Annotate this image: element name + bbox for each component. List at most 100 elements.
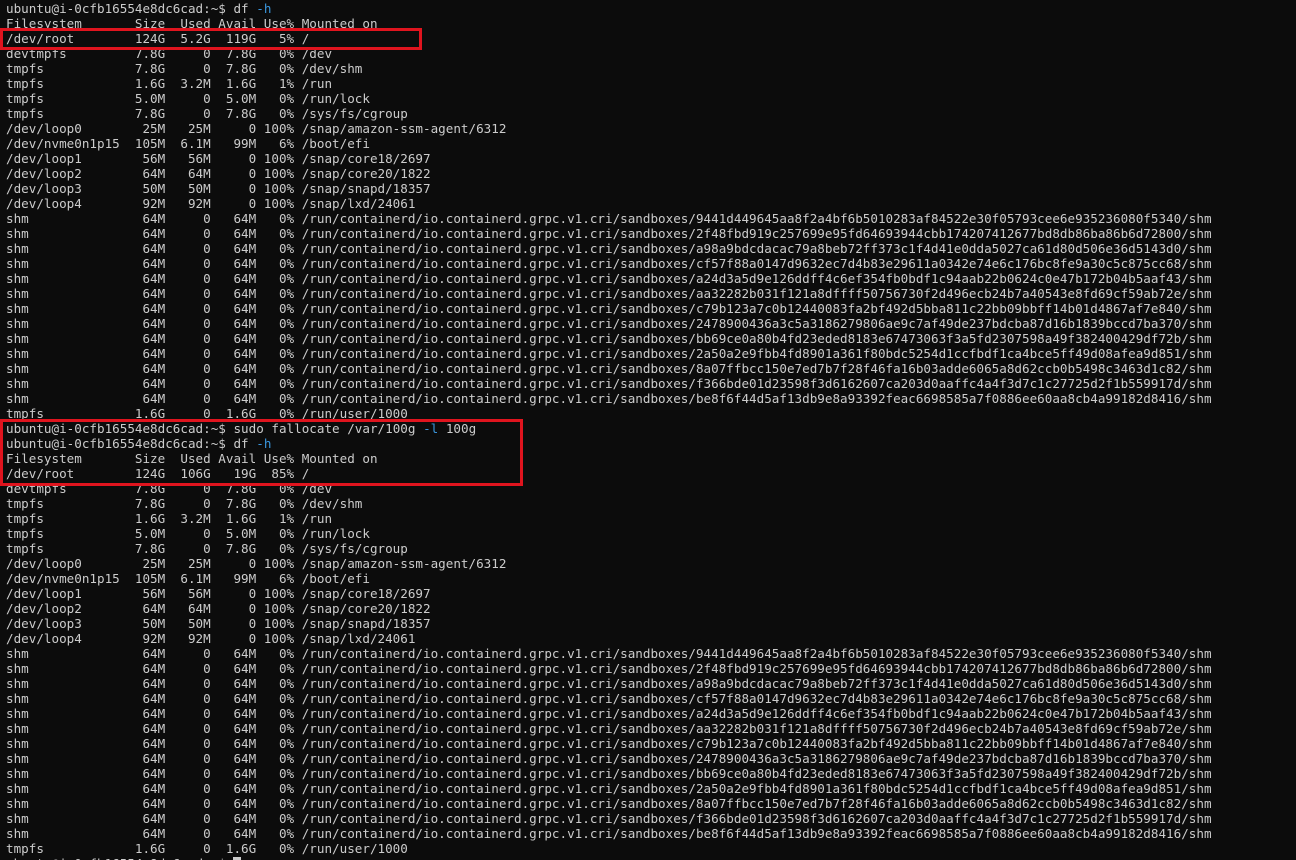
output-row: shm 64M 0 64M 0% /run/containerd/io.cont… [6,361,1212,376]
output-row: shm 64M 0 64M 0% /run/containerd/io.cont… [6,706,1212,721]
output-row: tmpfs 5.0M 0 5.0M 0% /run/lock [6,526,1212,541]
row-text: shm 64M 0 64M 0% /run/containerd/io.cont… [6,346,1212,361]
row-text: tmpfs 1.6G 0 1.6G 0% /run/user/1000 [6,841,408,856]
terminal-output: ubuntu@i-0cfb16554e8dc6cad:~$ df -h Files… [6,1,1212,860]
prompt: ubuntu@i-0cfb16554e8dc6cad:~$ [6,436,234,451]
row-text: devtmpfs 7.8G 0 7.8G 0% /dev [6,46,333,61]
output-row: shm 64M 0 64M 0% /run/containerd/io.cont… [6,346,1212,361]
output-row: /dev/loop3 50M 50M 0 100% /snap/snapd/18… [6,181,1212,196]
row-text: shm 64M 0 64M 0% /run/containerd/io.cont… [6,811,1212,826]
row-text: /dev/root 124G 106G 19G 85% / [6,466,310,481]
output-row: shm 64M 0 64M 0% /run/containerd/io.cont… [6,766,1212,781]
command-line: ubuntu@i-0cfb16554e8dc6cad:~$ df -h [6,1,1212,16]
row-text: shm 64M 0 64M 0% /run/containerd/io.cont… [6,391,1212,406]
row-text: /dev/root 124G 5.2G 119G 5% / [6,31,310,46]
output-row: shm 64M 0 64M 0% /run/containerd/io.cont… [6,781,1212,796]
command-flag: -l [423,421,439,436]
output-row: shm 64M 0 64M 0% /run/containerd/io.cont… [6,256,1212,271]
row-text: /dev/loop2 64M 64M 0 100% /snap/core20/1… [6,601,431,616]
row-text: shm 64M 0 64M 0% /run/containerd/io.cont… [6,661,1212,676]
command-args: /var/100g [347,421,416,436]
prompt: ubuntu@i-0cfb16554e8dc6cad:~$ [6,856,233,860]
output-row: shm 64M 0 64M 0% /run/containerd/io.cont… [6,376,1212,391]
command-name: sudo fallocate [233,421,340,436]
output-row: shm 64M 0 64M 0% /run/containerd/io.cont… [6,736,1212,751]
output-row: shm 64M 0 64M 0% /run/containerd/io.cont… [6,661,1212,676]
output-row: /dev/loop2 64M 64M 0 100% /snap/core20/1… [6,166,1212,181]
row-text: tmpfs 7.8G 0 7.8G 0% /dev/shm [6,496,363,511]
output-row: /dev/loop3 50M 50M 0 100% /snap/snapd/18… [6,616,1212,631]
prompt: ubuntu@i-0cfb16554e8dc6cad:~$ [6,1,234,16]
row-text: tmpfs 5.0M 0 5.0M 0% /run/lock [6,526,370,541]
output-row: devtmpfs 7.8G 0 7.8G 0% /dev [6,481,1212,496]
row-text: shm 64M 0 64M 0% /run/containerd/io.cont… [6,256,1212,271]
row-text: /dev/loop1 56M 56M 0 100% /snap/core18/2… [6,151,431,166]
command-name: df [233,1,249,16]
output-row: tmpfs 1.6G 3.2M 1.6G 1% /run [6,76,1212,91]
output-row: shm 64M 0 64M 0% /run/containerd/io.cont… [6,646,1212,661]
output-row: shm 64M 0 64M 0% /run/containerd/io.cont… [6,676,1212,691]
output-row: shm 64M 0 64M 0% /run/containerd/io.cont… [6,211,1212,226]
row-text: tmpfs 7.8G 0 7.8G 0% /sys/fs/cgroup [6,541,408,556]
output-row: /dev/loop1 56M 56M 0 100% /snap/core18/2… [6,586,1212,601]
output-row: /dev/loop0 25M 25M 0 100% /snap/amazon-s… [6,556,1212,571]
output-row: devtmpfs 7.8G 0 7.8G 0% /dev [6,46,1212,61]
row-text: /dev/loop3 50M 50M 0 100% /snap/snapd/18… [6,181,431,196]
row-text: /dev/nvme0n1p15 105M 6.1M 99M 6% /boot/e… [6,571,370,586]
row-text: shm 64M 0 64M 0% /run/containerd/io.cont… [6,286,1212,301]
row-text: tmpfs 1.6G 3.2M 1.6G 1% /run [6,511,333,526]
output-row: /dev/root 124G 5.2G 119G 5% / [6,31,1212,46]
row-text: /dev/loop3 50M 50M 0 100% /snap/snapd/18… [6,616,431,631]
command-line: ubuntu@i-0cfb16554e8dc6cad:~$ df -h [6,436,1212,451]
row-text: tmpfs 1.6G 0 1.6G 0% /run/user/1000 [6,406,408,421]
output-row: shm 64M 0 64M 0% /run/containerd/io.cont… [6,721,1212,736]
output-row: tmpfs 7.8G 0 7.8G 0% /sys/fs/cgroup [6,106,1212,121]
command-line: ubuntu@i-0cfb16554e8dc6cad:~$ sudo fallo… [6,421,1212,436]
row-text: shm 64M 0 64M 0% /run/containerd/io.cont… [6,706,1212,721]
output-row: shm 64M 0 64M 0% /run/containerd/io.cont… [6,241,1212,256]
row-text: shm 64M 0 64M 0% /run/containerd/io.cont… [6,241,1212,256]
row-text: shm 64M 0 64M 0% /run/containerd/io.cont… [6,331,1212,346]
terminal-window[interactable]: ubuntu@i-0cfb16554e8dc6cad:~$ df -h Files… [0,0,1296,860]
row-text: tmpfs 5.0M 0 5.0M 0% /run/lock [6,91,370,106]
row-text: devtmpfs 7.8G 0 7.8G 0% /dev [6,481,333,496]
row-text: shm 64M 0 64M 0% /run/containerd/io.cont… [6,751,1212,766]
header-text: Filesystem Size Used Avail Use% Mounted … [6,16,378,31]
row-text: shm 64M 0 64M 0% /run/containerd/io.cont… [6,316,1212,331]
output-row: shm 64M 0 64M 0% /run/containerd/io.cont… [6,286,1212,301]
output-row: tmpfs 1.6G 3.2M 1.6G 1% /run [6,511,1212,526]
row-text: shm 64M 0 64M 0% /run/containerd/io.cont… [6,826,1212,841]
row-text: /dev/loop0 25M 25M 0 100% /snap/amazon-s… [6,556,507,571]
row-text: /dev/loop4 92M 92M 0 100% /snap/lxd/2406… [6,196,416,211]
row-text: shm 64M 0 64M 0% /run/containerd/io.cont… [6,376,1212,391]
output-row: tmpfs 7.8G 0 7.8G 0% /sys/fs/cgroup [6,541,1212,556]
row-text: /dev/loop1 56M 56M 0 100% /snap/core18/2… [6,586,431,601]
output-header: Filesystem Size Used Avail Use% Mounted … [6,451,1212,466]
output-row: tmpfs 5.0M 0 5.0M 0% /run/lock [6,91,1212,106]
output-row: /dev/loop4 92M 92M 0 100% /snap/lxd/2406… [6,631,1212,646]
output-row: shm 64M 0 64M 0% /run/containerd/io.cont… [6,826,1212,841]
row-text: tmpfs 7.8G 0 7.8G 0% /sys/fs/cgroup [6,106,408,121]
row-text: shm 64M 0 64M 0% /run/containerd/io.cont… [6,736,1212,751]
row-text: shm 64M 0 64M 0% /run/containerd/io.cont… [6,271,1212,286]
command-flag: -h [256,436,272,451]
output-row: shm 64M 0 64M 0% /run/containerd/io.cont… [6,391,1212,406]
output-row: shm 64M 0 64M 0% /run/containerd/io.cont… [6,331,1212,346]
row-text: /dev/loop4 92M 92M 0 100% /snap/lxd/2406… [6,631,416,646]
row-text: shm 64M 0 64M 0% /run/containerd/io.cont… [6,676,1212,691]
row-text: shm 64M 0 64M 0% /run/containerd/io.cont… [6,781,1212,796]
row-text: shm 64M 0 64M 0% /run/containerd/io.cont… [6,691,1212,706]
output-row: tmpfs 1.6G 0 1.6G 0% /run/user/1000 [6,841,1212,856]
row-text: /dev/loop0 25M 25M 0 100% /snap/amazon-s… [6,121,507,136]
row-text: shm 64M 0 64M 0% /run/containerd/io.cont… [6,646,1212,661]
command-value: 100g [445,421,477,436]
output-row: /dev/loop2 64M 64M 0 100% /snap/core20/1… [6,601,1212,616]
output-row: /dev/root 124G 106G 19G 85% / [6,466,1212,481]
command-flag: -h [256,1,272,16]
row-text: /dev/loop2 64M 64M 0 100% /snap/core20/1… [6,166,431,181]
output-header: Filesystem Size Used Avail Use% Mounted … [6,16,1212,31]
output-row: /dev/nvme0n1p15 105M 6.1M 99M 6% /boot/e… [6,571,1212,586]
row-text: shm 64M 0 64M 0% /run/containerd/io.cont… [6,721,1212,736]
